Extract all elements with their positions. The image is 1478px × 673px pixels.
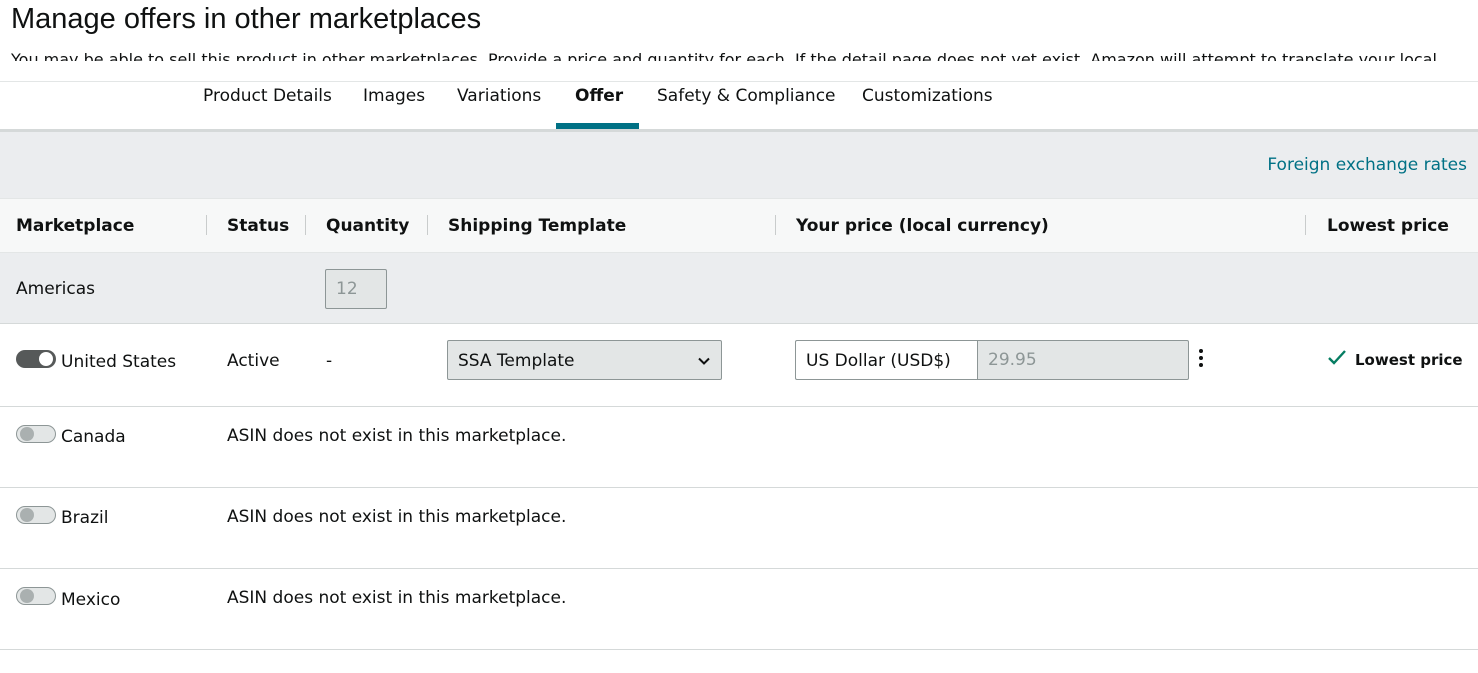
- region-name: Americas: [16, 279, 95, 299]
- quantity-value: -: [326, 351, 333, 371]
- marketplace-toggle[interactable]: [16, 350, 56, 368]
- header-shipping-template: Shipping Template: [448, 216, 627, 236]
- table-row: United States Active - SSA Template US D…: [0, 324, 1478, 407]
- table-row: Canada ASIN does not exist in this marke…: [0, 407, 1478, 488]
- check-icon: [1328, 350, 1346, 365]
- marketplace-toggle[interactable]: [16, 587, 56, 605]
- marketplace-toggle[interactable]: [16, 506, 56, 524]
- active-tab-indicator: [556, 123, 639, 129]
- status-value: Active: [227, 351, 280, 371]
- tab-images[interactable]: Images: [363, 82, 425, 130]
- header-status: Status: [227, 216, 290, 236]
- column-separator: [427, 215, 428, 235]
- lowest-price-label: Lowest price: [1355, 351, 1463, 369]
- table-toolbar: Foreign exchange rates: [0, 132, 1478, 198]
- tab-variations[interactable]: Variations: [457, 82, 541, 130]
- tab-customizations[interactable]: Customizations: [862, 82, 993, 130]
- toggle-knob: [20, 589, 34, 603]
- foreign-exchange-rates-link[interactable]: Foreign exchange rates: [1267, 155, 1467, 175]
- kebab-menu-icon[interactable]: [1195, 349, 1207, 369]
- column-separator: [305, 215, 306, 235]
- chevron-down-icon: [698, 357, 710, 365]
- marketplace-name: United States: [61, 352, 177, 372]
- table-row: Brazil ASIN does not exist in this marke…: [0, 488, 1478, 569]
- header-marketplace: Marketplace: [16, 216, 135, 236]
- page-title: Manage offers in other marketplaces: [11, 3, 482, 35]
- shipping-template-select[interactable]: SSA Template: [447, 340, 722, 380]
- currency-select[interactable]: US Dollar (USD$): [795, 340, 978, 380]
- toggle-knob: [20, 508, 34, 522]
- marketplace-toggle[interactable]: [16, 425, 56, 443]
- column-separator: [775, 215, 776, 235]
- marketplace-name: Mexico: [61, 590, 121, 610]
- toggle-knob: [39, 352, 53, 366]
- region-row: Americas 12: [0, 253, 1478, 324]
- marketplace-message: ASIN does not exist in this marketplace.: [227, 507, 567, 527]
- currency-value: US Dollar (USD$): [806, 351, 951, 371]
- price-input[interactable]: 29.95: [977, 340, 1189, 380]
- marketplace-name: Canada: [61, 427, 126, 447]
- table-row: Mexico ASIN does not exist in this marke…: [0, 569, 1478, 650]
- header-your-price: Your price (local currency): [796, 216, 1049, 236]
- toggle-knob: [20, 427, 34, 441]
- marketplace-name: Brazil: [61, 508, 109, 528]
- table-header: Marketplace Status Quantity Shipping Tem…: [0, 198, 1478, 253]
- column-separator: [1305, 215, 1306, 235]
- tab-product-details[interactable]: Product Details: [203, 82, 332, 130]
- header-lowest-price: Lowest price: [1327, 216, 1449, 236]
- page-subtitle: You may be able to sell this product in …: [11, 50, 1437, 61]
- tab-bar: Product Details Images Variations Offer …: [0, 82, 1478, 130]
- header-quantity: Quantity: [326, 216, 410, 236]
- region-quantity-field[interactable]: 12: [325, 269, 387, 309]
- marketplace-message: ASIN does not exist in this marketplace.: [227, 588, 567, 608]
- shipping-template-value: SSA Template: [458, 351, 575, 371]
- column-separator: [206, 215, 207, 235]
- tab-safety-compliance[interactable]: Safety & Compliance: [657, 82, 836, 130]
- page-subtitle-clip: You may be able to sell this product in …: [11, 50, 1451, 61]
- marketplace-message: ASIN does not exist in this marketplace.: [227, 426, 567, 446]
